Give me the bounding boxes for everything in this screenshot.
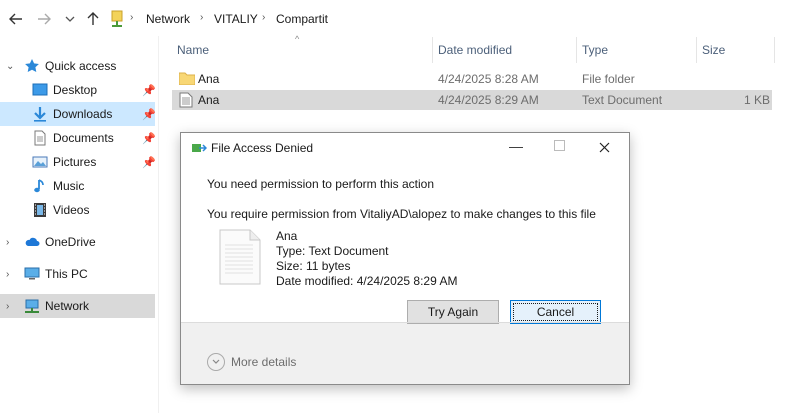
sidebar-item-label: OneDrive [45, 235, 96, 249]
sidebar-item-network[interactable]: › Network [0, 294, 155, 318]
column-divider[interactable] [432, 37, 433, 63]
file-name: Ana [198, 93, 220, 107]
breadcrumb-separator: › [262, 12, 266, 23]
file-row[interactable]: Ana 4/24/2025 8:28 AM File folder [172, 69, 772, 89]
file-date: 4/24/2025 8:29 AM [438, 93, 539, 107]
dialog-message: You require permission from VitaliyAD\al… [207, 207, 596, 221]
folder-icon [179, 72, 195, 85]
sidebar-item-pictures[interactable]: Pictures 📌 [0, 150, 156, 174]
column-header-type[interactable]: Type [582, 43, 608, 57]
breadcrumb-separator: › [200, 12, 204, 23]
more-details-label: More details [231, 355, 297, 369]
chevron-down-icon [207, 353, 225, 371]
chevron-down-icon[interactable]: ⌄ [6, 61, 14, 72]
breadcrumb-separator: › [130, 12, 134, 23]
sort-up-icon: ^ [295, 34, 300, 44]
column-divider[interactable] [774, 37, 775, 63]
star-icon [25, 59, 39, 72]
sidebar-item-label: This PC [45, 267, 88, 281]
network-icon [25, 299, 39, 313]
column-header-date[interactable]: Date modified [438, 43, 512, 57]
downloads-icon [34, 107, 46, 122]
file-move-icon [192, 144, 207, 152]
column-header-name[interactable]: Name [177, 43, 209, 57]
sidebar-item-desktop[interactable]: Desktop 📌 [0, 78, 156, 102]
pin-icon: 📌 [142, 84, 156, 97]
file-date: 4/24/2025 8:28 AM [438, 72, 539, 86]
file-info-name: Ana [276, 229, 298, 243]
sidebar-item-onedrive[interactable]: › OneDrive [0, 230, 155, 254]
documents-icon [34, 130, 46, 146]
breadcrumb-network[interactable]: Network [146, 12, 190, 26]
file-type: Text Document [582, 93, 663, 107]
file-size: 1 KB [744, 93, 771, 107]
pictures-icon [32, 156, 48, 168]
sidebar-item-label: Downloads [53, 107, 113, 121]
dialog-heading: You need permission to perform this acti… [207, 177, 435, 191]
back-button[interactable] [8, 9, 24, 29]
pin-icon: 📌 [142, 108, 156, 121]
sidebar-item-documents[interactable]: Documents 📌 [0, 126, 156, 150]
dialog-title: File Access Denied [211, 141, 314, 155]
file-info-size: Size: 11 bytes [276, 259, 351, 273]
cloud-icon [25, 237, 40, 246]
network-location-icon [110, 10, 124, 31]
chevron-right-icon[interactable]: › [6, 237, 9, 248]
chevron-right-icon[interactable]: › [6, 301, 9, 312]
sidebar-item-label: Documents [53, 131, 114, 145]
chevron-down-icon [65, 16, 75, 22]
pane-divider [158, 36, 159, 413]
up-button[interactable] [85, 9, 101, 29]
sidebar-item-this-pc[interactable]: › This PC [0, 262, 155, 286]
sidebar-item-label: Quick access [45, 59, 117, 73]
close-icon[interactable] [599, 142, 610, 153]
sidebar-item-label: Network [45, 299, 90, 313]
forward-button[interactable] [36, 9, 52, 29]
text-file-icon [179, 92, 193, 108]
dialog-title-bar[interactable]: File Access Denied — [181, 133, 629, 162]
column-divider[interactable] [696, 37, 697, 63]
minimize-button[interactable]: — [509, 138, 523, 154]
recent-locations-button[interactable] [62, 9, 78, 29]
column-divider[interactable] [576, 37, 577, 63]
videos-icon [34, 203, 46, 217]
cancel-button[interactable]: Cancel [510, 300, 601, 324]
back-arrow-icon [9, 13, 22, 25]
file-name: Ana [198, 72, 220, 86]
sidebar-item-label: Desktop [53, 83, 98, 97]
forward-arrow-icon [38, 13, 51, 25]
music-icon [34, 179, 44, 193]
sidebar-item-label: Pictures [53, 155, 97, 169]
file-access-denied-dialog: File Access Denied — You need permission… [180, 132, 630, 385]
sidebar-item-label: Music [53, 179, 85, 193]
dialog-body: You need permission to perform this acti… [181, 162, 629, 324]
chevron-right-icon[interactable]: › [6, 269, 9, 280]
file-type: File folder [582, 72, 635, 86]
computer-icon [24, 267, 40, 280]
dialog-divider [181, 322, 629, 323]
maximize-button [554, 140, 565, 151]
file-info-type: Type: Text Document [276, 244, 389, 258]
sidebar-item-videos[interactable]: Videos [0, 198, 155, 222]
breadcrumb-compartit[interactable]: Compartit [276, 12, 328, 26]
column-header-size[interactable]: Size [702, 43, 725, 57]
pin-icon: 📌 [142, 156, 156, 169]
file-info-date: Date modified: 4/24/2025 8:29 AM [276, 274, 458, 288]
pin-icon: 📌 [142, 132, 156, 145]
breadcrumb-vitaliy[interactable]: VITALIY [214, 12, 258, 26]
sidebar-item-downloads[interactable]: Downloads 📌 [0, 102, 156, 126]
sidebar-item-label: Videos [53, 203, 90, 217]
try-again-button[interactable]: Try Again [407, 300, 499, 324]
desktop-icon [32, 83, 48, 96]
up-arrow-icon [87, 12, 99, 25]
sidebar-quick-access[interactable]: ⌄ Quick access [0, 54, 155, 78]
sidebar-item-music[interactable]: Music [0, 174, 155, 198]
document-thumbnail-icon [219, 229, 261, 285]
file-row-selected[interactable]: Ana 4/24/2025 8:29 AM Text Document 1 KB [172, 90, 772, 110]
